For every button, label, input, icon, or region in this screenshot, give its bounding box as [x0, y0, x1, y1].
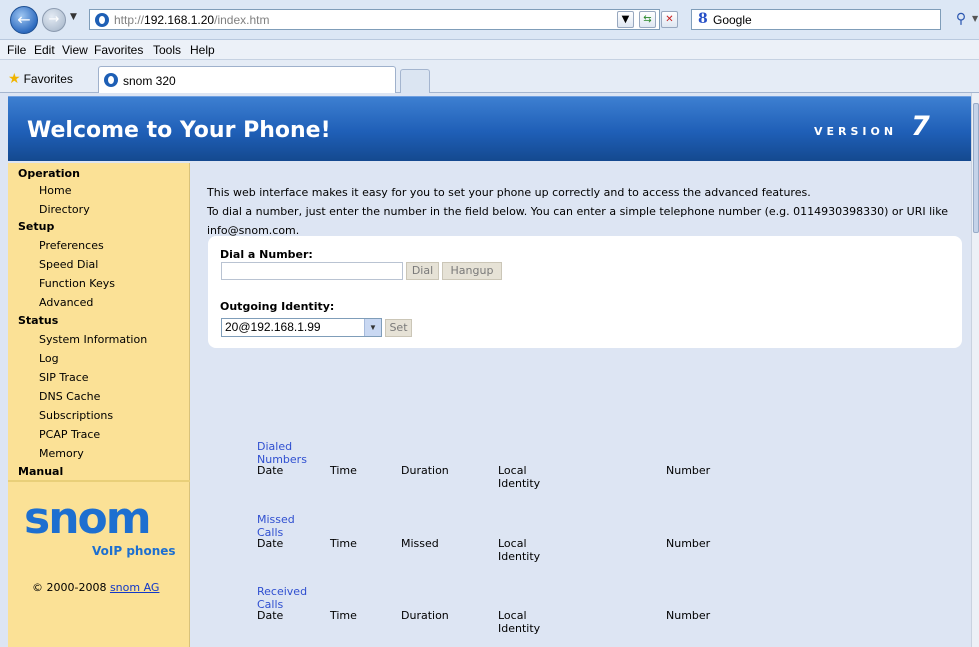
outgoing-identity-select[interactable]: 20@192.168.1.99 ▼ [221, 318, 382, 337]
version-label: VERSION [814, 125, 898, 138]
menu-help[interactable]: Help [190, 43, 215, 57]
missed-col-date: Date [257, 537, 284, 550]
dial-header: Dial a Number: [220, 248, 313, 261]
search-engine-label: Google [713, 13, 752, 27]
set-button[interactable]: Set [385, 319, 412, 337]
history-dropdown-icon[interactable]: ▼ [70, 12, 77, 22]
web-page: Welcome to Your Phone! VERSION 7 Operati… [0, 93, 971, 647]
dialed-col-duration: Duration [401, 464, 449, 477]
identity-header: Outgoing Identity: [220, 300, 335, 313]
dialed-numbers-title[interactable]: Dialed Numbers [257, 440, 307, 466]
received-calls-title[interactable]: Received Calls [257, 585, 307, 611]
sidebar-item-speed-dial[interactable]: Speed Dial [39, 258, 98, 271]
sidebar-item-pcap-trace[interactable]: PCAP Trace [39, 428, 100, 441]
received-col-number: Number [666, 609, 711, 622]
version-number: 7 [911, 111, 930, 142]
received-col-local-identity: Local Identity [498, 609, 541, 635]
intro-line-1: This web interface makes it easy for you… [207, 186, 811, 199]
favorites-label: Favorites [23, 72, 73, 86]
dialed-col-time: Time [330, 464, 357, 477]
tab-snom[interactable]: snom 320 [98, 66, 396, 93]
snom-ag-link[interactable]: snom AG [110, 581, 160, 594]
intro-line-2: To dial a number, just enter the number … [207, 205, 948, 237]
tab-favicon-icon [104, 73, 118, 87]
received-col-date: Date [257, 609, 284, 622]
missed-col-time: Time [330, 537, 357, 550]
sidebar-item-advanced[interactable]: Advanced [39, 296, 93, 309]
sidebar-item-memory[interactable]: Memory [39, 447, 84, 460]
star-icon: ★ [8, 70, 21, 86]
page-scrollbar[interactable] [971, 93, 979, 647]
sidebar-section-operation: Operation [18, 167, 80, 180]
search-options-icon[interactable]: ▼ [972, 14, 978, 23]
sidebar-item-home[interactable]: Home [39, 184, 71, 197]
search-icon[interactable]: ⚲ [950, 9, 972, 30]
snom-logo: snom VoIP phones [18, 493, 178, 563]
sidebar-item-sip-trace[interactable]: SIP Trace [39, 371, 89, 384]
dial-number-input[interactable] [221, 262, 403, 280]
sidebar-section-status: Status [18, 314, 59, 327]
stop-icon[interactable]: ✕ [661, 11, 678, 28]
search-input[interactable]: 8 Google [691, 9, 941, 30]
copyright: © 2000-2008 snom AG [32, 581, 159, 594]
header-banner: Welcome to Your Phone! VERSION 7 [8, 96, 971, 161]
page-title: Welcome to Your Phone! [27, 118, 331, 143]
refresh-icon[interactable]: ⇆ [639, 11, 656, 28]
missed-col-local-identity: Local Identity [498, 537, 541, 563]
received-col-time: Time [330, 609, 357, 622]
dial-panel: Dial a Number: Dial Hangup Outgoing Iden… [208, 236, 962, 348]
sidebar: Operation Home Directory Setup Preferenc… [8, 163, 190, 647]
logo-wordmark: snom [24, 493, 152, 544]
dialed-col-date: Date [257, 464, 284, 477]
favorites-button[interactable]: ★ Favorites [8, 70, 73, 87]
url-field[interactable]: http://192.168.1.20/index.htm [89, 9, 660, 30]
missed-calls-title[interactable]: Missed Calls [257, 513, 295, 539]
menu-view[interactable]: View [62, 43, 88, 57]
search-engine-icon: 8 [698, 11, 708, 27]
address-bar: ← → ▼ http://192.168.1.20/index.htm ▼ ⇆ … [0, 0, 979, 40]
sidebar-divider [8, 480, 190, 482]
scrollbar-thumb[interactable] [973, 103, 979, 233]
missed-col-missed: Missed [401, 537, 439, 550]
sidebar-item-subscriptions[interactable]: Subscriptions [39, 409, 113, 422]
sidebar-item-preferences[interactable]: Preferences [39, 239, 104, 252]
chevron-down-icon[interactable]: ▼ [364, 319, 381, 336]
sidebar-item-directory[interactable]: Directory [39, 203, 90, 216]
received-col-duration: Duration [401, 609, 449, 622]
logo-tagline: VoIP phones [92, 544, 176, 558]
sidebar-section-setup: Setup [18, 220, 55, 233]
url-dropdown-icon[interactable]: ▼ [617, 11, 634, 28]
menu-edit[interactable]: Edit [34, 43, 55, 57]
site-favicon-icon [95, 13, 109, 27]
sidebar-item-function-keys[interactable]: Function Keys [39, 277, 115, 290]
forward-button[interactable]: → [42, 8, 66, 32]
identity-value: 20@192.168.1.99 [225, 320, 321, 334]
tab-title: snom 320 [123, 74, 176, 88]
tab-bar: ★ Favorites snom 320 [0, 60, 979, 93]
back-button[interactable]: ← [10, 6, 38, 34]
menu-tools[interactable]: Tools [153, 43, 181, 57]
sidebar-item-system-information[interactable]: System Information [39, 333, 147, 346]
copyright-text: © 2000-2008 [32, 581, 110, 594]
menu-bar: File Edit View Favorites Tools Help [0, 40, 979, 60]
sidebar-section-manual[interactable]: Manual [18, 465, 63, 478]
dial-button[interactable]: Dial [406, 262, 439, 280]
sidebar-item-log[interactable]: Log [39, 352, 59, 365]
dialed-col-local-identity: Local Identity [498, 464, 541, 490]
dialed-col-number: Number [666, 464, 711, 477]
new-tab-button[interactable] [400, 69, 430, 93]
menu-file[interactable]: File [7, 43, 26, 57]
hangup-button[interactable]: Hangup [442, 262, 502, 280]
url-text: http://192.168.1.20/index.htm [114, 13, 270, 27]
menu-favorites[interactable]: Favorites [94, 43, 143, 57]
missed-col-number: Number [666, 537, 711, 550]
sidebar-item-dns-cache[interactable]: DNS Cache [39, 390, 100, 403]
